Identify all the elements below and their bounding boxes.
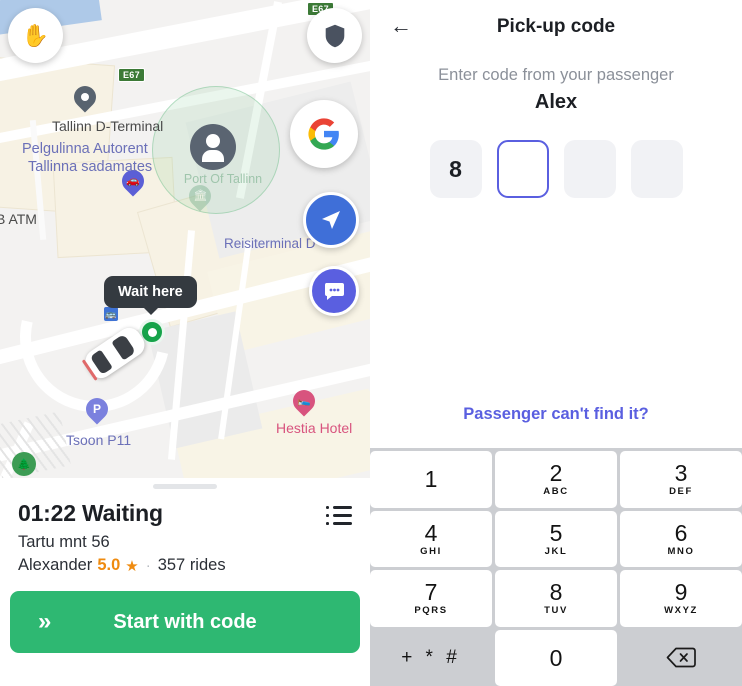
passenger-meta-row: Alexander 5.0 ★ · 357 rides: [0, 552, 370, 575]
key-2[interactable]: 2 ABC: [495, 451, 617, 508]
car-window-rear: [111, 333, 137, 361]
key-2-number: 2: [549, 460, 563, 487]
key-3[interactable]: 3 DEF: [620, 451, 742, 508]
key-5[interactable]: 5 JKL: [495, 510, 617, 567]
key-5-number: 5: [549, 519, 563, 546]
back-arrow-icon[interactable]: ←: [390, 14, 418, 38]
map-label-tsoon-p11: Tsoon P11: [66, 432, 132, 448]
key-symbols-label: + * #: [401, 646, 461, 668]
ride-status-title: 01:22 Waiting: [18, 500, 163, 526]
rides-count: 357 rides: [157, 556, 226, 574]
key-6-letters: MNO: [667, 545, 695, 557]
navigate-arrow-icon[interactable]: [303, 192, 359, 248]
pickup-instruction: Enter code from your passenger: [438, 66, 674, 84]
pickup-passenger-name: Alex: [534, 91, 578, 113]
map-marker-park[interactable]: 🌲: [12, 452, 36, 476]
map-label-sadamates: Tallinna sadamates: [28, 159, 153, 175]
map-pin-d-terminal[interactable]: [69, 81, 101, 116]
key-symbols[interactable]: + * #: [370, 630, 492, 686]
hand-pan-icon[interactable]: ✋: [8, 8, 63, 63]
key-2-letters: ABC: [543, 486, 569, 498]
key-9-letters: WXYZ: [664, 605, 698, 617]
passenger-cant-find-link[interactable]: Passenger can't find it?: [370, 405, 742, 424]
map-marker-bus-stop[interactable]: 🚌: [104, 307, 118, 321]
key-0[interactable]: 0: [495, 629, 617, 686]
key-9-number: 9: [674, 579, 688, 606]
avatar-body-icon: [202, 150, 224, 162]
map-panel: E67 E67 Port Of Tallinn 🚗 🏛 P 🛌 🌲 🚌 Tall…: [0, 0, 370, 686]
map-label-atm: B ATM: [0, 211, 37, 227]
chat-bubble-icon[interactable]: [309, 266, 359, 316]
map-pin-museum[interactable]: 🏛: [184, 180, 216, 215]
key-3-number: 3: [674, 460, 688, 487]
key-8-letters: TUV: [544, 605, 568, 617]
code-digit-2[interactable]: [496, 140, 549, 198]
zone-label: Port Of Tallinn: [183, 172, 263, 186]
page-title: Pick-up code: [496, 16, 616, 37]
order-details-list-icon[interactable]: [326, 506, 352, 526]
highway-shield-e67: E67: [118, 68, 145, 82]
key-7-letters: PQRS: [414, 605, 448, 617]
key-1[interactable]: 1: [370, 451, 492, 508]
key-9[interactable]: 9 WXYZ: [620, 570, 742, 627]
meta-separator: ·: [145, 557, 151, 574]
map-hatched-area: [0, 411, 71, 478]
pickup-address: Tartu mnt 56: [18, 533, 110, 551]
key-8[interactable]: 8 TUV: [495, 570, 617, 627]
code-digit-4[interactable]: [630, 140, 683, 198]
key-4[interactable]: 4 GHI: [370, 510, 492, 567]
map-label-d-terminal: Tallinn D-Terminal: [52, 118, 164, 134]
sheet-drag-handle[interactable]: [153, 484, 217, 489]
code-digit-3[interactable]: [563, 140, 616, 198]
key-7[interactable]: 7 PQRS: [370, 570, 492, 627]
map-pin-parking[interactable]: P: [81, 393, 113, 428]
wait-here-tooltip: Wait here: [104, 276, 197, 315]
pickup-header: ← Pick-up code: [370, 0, 742, 54]
start-with-code-button[interactable]: » Start with code: [10, 591, 360, 653]
safety-shield-icon[interactable]: [307, 8, 362, 63]
passenger-rating: 5.0: [97, 556, 121, 574]
key-6-number: 6: [674, 519, 688, 546]
map-canvas[interactable]: E67 E67 Port Of Tallinn 🚗 🏛 P 🛌 🌲 🚌 Tall…: [0, 0, 370, 478]
key-4-number: 4: [424, 519, 438, 546]
passenger-name: Alexander: [18, 556, 93, 574]
start-button-label: Start with code: [113, 610, 257, 633]
numeric-keypad: 1 2 ABC 3 DEF 4 GHI 5 JKL 6 MNO 7 PQRS 8…: [370, 448, 742, 686]
map-pin-hotel[interactable]: 🛌: [288, 385, 320, 420]
key-1-number: 1: [424, 466, 438, 493]
passenger-avatar-marker[interactable]: [190, 124, 236, 170]
code-digit-1[interactable]: 8: [429, 140, 482, 198]
key-4-letters: GHI: [420, 545, 442, 557]
map-label-reisiterminal: Reisiterminal D: [224, 236, 316, 251]
key-7-number: 7: [424, 579, 438, 606]
google-logo-icon[interactable]: [290, 100, 358, 168]
key-6[interactable]: 6 MNO: [620, 510, 742, 567]
backspace-icon: [666, 647, 696, 668]
map-label-hestia-hotel: Hestia Hotel: [276, 420, 353, 436]
car-window-front: [89, 349, 113, 375]
double-chevron-icon: »: [38, 608, 52, 635]
key-3-letters: DEF: [669, 486, 693, 498]
avatar-head-icon: [206, 134, 220, 148]
code-input-group: 8: [370, 140, 742, 198]
key-0-number: 0: [549, 644, 563, 671]
key-8-number: 8: [549, 579, 563, 606]
key-backspace[interactable]: [620, 630, 742, 686]
app-root: E67 E67 Port Of Tallinn 🚗 🏛 P 🛌 🌲 🚌 Tall…: [0, 0, 742, 686]
pickup-code-panel: ← Pick-up code Enter code from your pass…: [370, 0, 742, 686]
ride-bottom-sheet: 01:22 Waiting Tartu mnt 56 Alexander 5.0…: [0, 478, 370, 686]
star-icon: ★: [125, 557, 139, 575]
key-5-letters: JKL: [544, 545, 568, 557]
map-label-pelgulinna: Pelgulinna Autorent: [22, 141, 148, 157]
